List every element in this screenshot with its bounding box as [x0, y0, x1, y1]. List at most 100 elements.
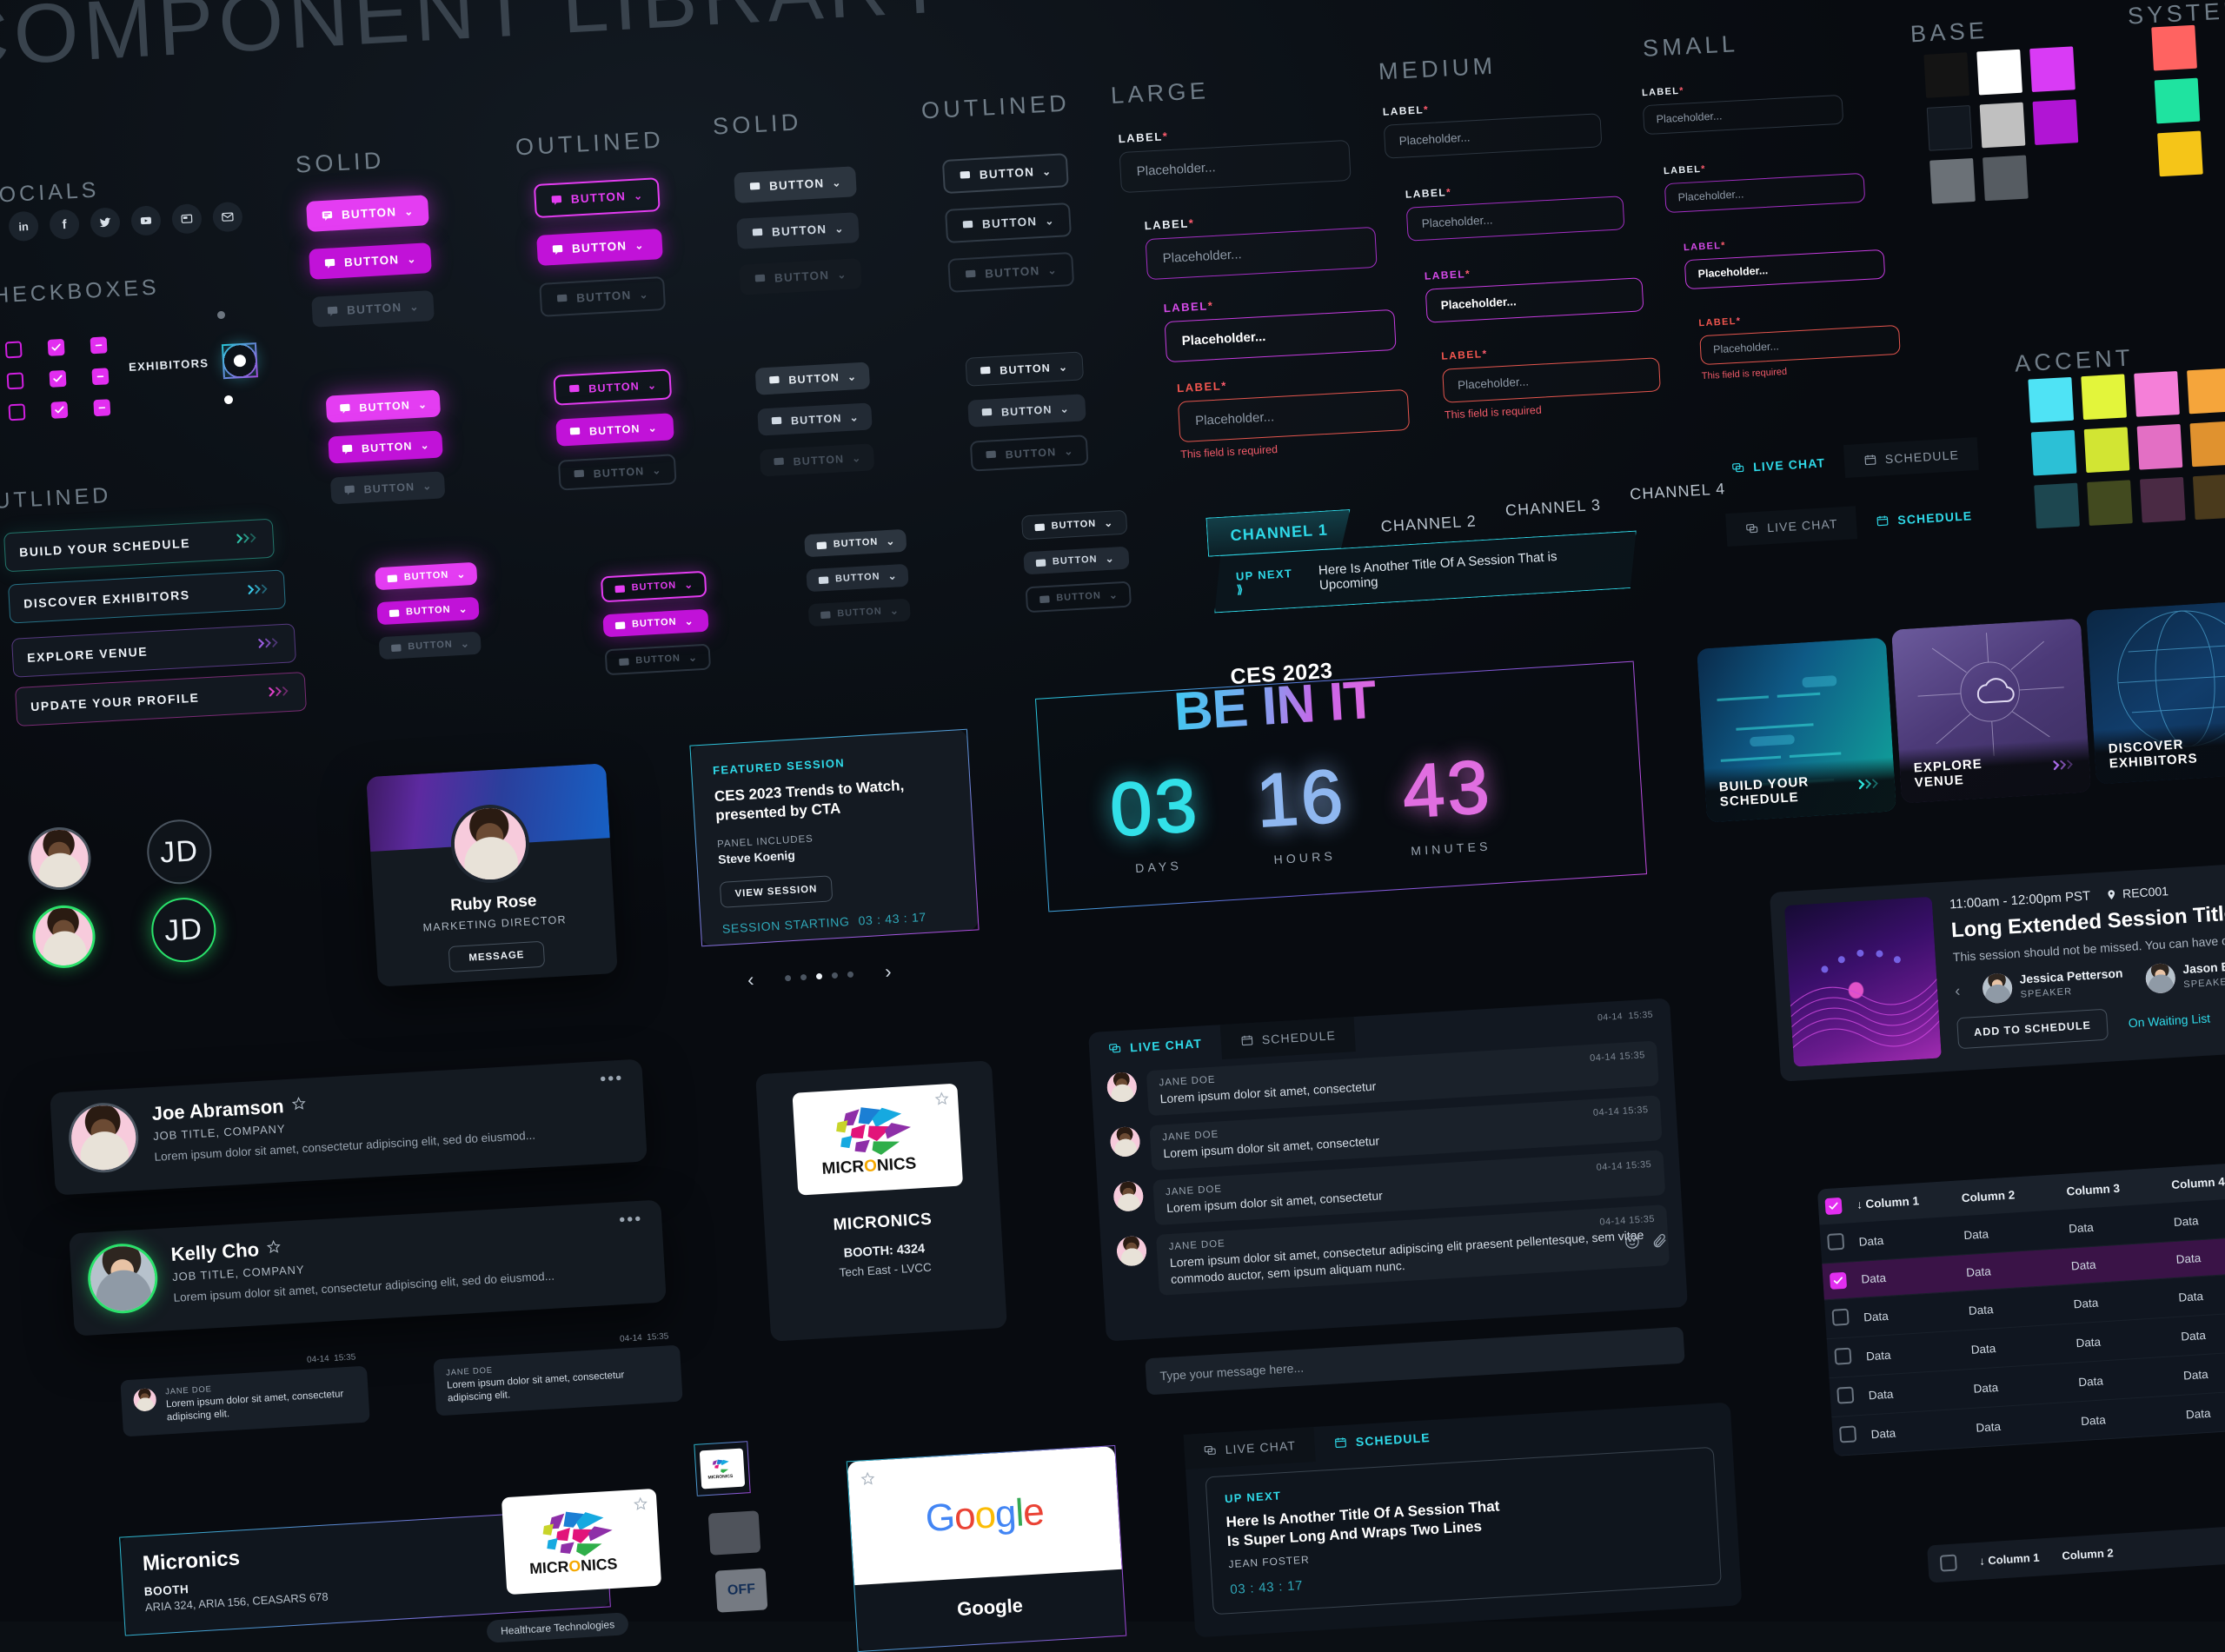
- input-field[interactable]: Placeholder...: [1684, 249, 1886, 290]
- more-options-icon[interactable]: •••: [600, 1069, 624, 1091]
- swatch-base[interactable]: [1983, 155, 2029, 202]
- swatch-base[interactable]: [1923, 52, 1970, 98]
- avatar[interactable]: [29, 828, 90, 889]
- nav-button-build-schedule[interactable]: BUILD YOUR SCHEDULE: [3, 518, 275, 573]
- tab-schedule-active[interactable]: SCHEDULE: [1856, 498, 1992, 539]
- tab-live-chat[interactable]: LIVE CHAT: [1183, 1426, 1317, 1470]
- exhibitor-logo-chip[interactable]: MICRONICS: [694, 1441, 751, 1496]
- input-field[interactable]: Placeholder...: [1664, 172, 1866, 214]
- data-table[interactable]: ↓ Column 1 Column 2 Column 3 Column 4 Data Da…: [1817, 1160, 2225, 1457]
- footer-column-2[interactable]: Column 2: [2062, 1546, 2114, 1562]
- checkbox-indeterminate[interactable]: [90, 336, 108, 355]
- tab-schedule[interactable]: SCHEDULE: [1314, 1419, 1451, 1462]
- input-field[interactable]: Placeholder...: [1425, 277, 1644, 323]
- table-column-header[interactable]: Column 3: [2058, 1170, 2165, 1209]
- button-outlined-hover[interactable]: BUTTON ⌄: [555, 413, 674, 447]
- carousel-prev-button[interactable]: ‹: [747, 969, 754, 992]
- add-to-schedule-button[interactable]: ADD TO SCHEDULE: [1956, 1008, 2109, 1050]
- button-solid-hover[interactable]: BUTTON ⌄: [376, 596, 480, 626]
- footer-column-1[interactable]: ↓ Column 1: [1979, 1551, 2040, 1568]
- checkbox-row-unchecked[interactable]: [1834, 1347, 1852, 1365]
- exhibitor-card-micronics[interactable]: MICRONICS MICRONICS BOOTH: 4324 Tech Eas…: [755, 1060, 1007, 1342]
- carousel-next-button[interactable]: ›: [884, 960, 892, 983]
- input-field[interactable]: Placeholder...: [1405, 196, 1625, 242]
- up-next-session-item[interactable]: UP NEXT Here Is Another Title Of A Sessi…: [1205, 1446, 1722, 1616]
- button-neutral-outlined-hover[interactable]: BUTTON ⌄: [1023, 546, 1130, 575]
- checkbox-row-unchecked[interactable]: [1839, 1425, 1857, 1443]
- swatch-base[interactable]: [2032, 99, 2079, 145]
- avatar-initials-online[interactable]: JD: [149, 896, 218, 965]
- media-card-explore-venue[interactable]: EXPLORE VENUE: [1891, 618, 2091, 804]
- checkbox-indeterminate[interactable]: [93, 399, 111, 417]
- button-solid-default[interactable]: BUTTON ⌄: [375, 561, 478, 591]
- button-solid-default[interactable]: BUTTON ⌄: [325, 389, 441, 423]
- swatch-accent[interactable]: [2187, 368, 2225, 415]
- email-icon[interactable]: [212, 201, 243, 233]
- person-card-kelly[interactable]: Kelly Cho JOB TITLE, COMPANY Lorem ipsum…: [69, 1199, 667, 1337]
- checkbox-unchecked[interactable]: [4, 341, 23, 359]
- more-options-icon[interactable]: •••: [619, 1210, 643, 1231]
- button-solid-hover[interactable]: BUTTON ⌄: [309, 242, 432, 280]
- checkbox-row-unchecked[interactable]: [1836, 1386, 1855, 1404]
- input-field[interactable]: Placeholder...: [1442, 357, 1661, 403]
- checkbox-unchecked[interactable]: [1939, 1554, 1957, 1572]
- swatch-base[interactable]: [1929, 157, 1976, 204]
- linkedin-icon[interactable]: in: [8, 210, 39, 242]
- carousel-dot[interactable]: [785, 974, 792, 981]
- checkbox-indeterminate[interactable]: [91, 368, 110, 386]
- input-field[interactable]: Placeholder...: [1699, 324, 1901, 366]
- chat-input[interactable]: Type your message here...: [1145, 1326, 1685, 1396]
- tab-schedule-inactive[interactable]: SCHEDULE: [1843, 436, 1979, 479]
- checkbox-row-checked[interactable]: [1829, 1271, 1848, 1290]
- swatch-base[interactable]: [2029, 46, 2076, 93]
- carousel-dot[interactable]: [816, 972, 823, 979]
- tab-live-chat-inactive[interactable]: LIVE CHAT: [1725, 506, 1858, 547]
- message-button[interactable]: MESSAGE: [448, 940, 546, 972]
- media-card-discover-exhibitors[interactable]: DISCOVER EXHIBITORS: [2086, 599, 2225, 785]
- table-column-header[interactable]: Column 2: [1954, 1176, 2061, 1215]
- avatar-online[interactable]: [33, 906, 95, 967]
- radio-unselected-small[interactable]: [216, 310, 226, 320]
- star-icon[interactable]: [266, 1239, 282, 1259]
- checkbox-checked[interactable]: [49, 369, 67, 388]
- attachment-icon[interactable]: [1651, 1231, 1669, 1253]
- button-neutral-outlined-hover[interactable]: BUTTON ⌄: [945, 202, 1072, 243]
- checkbox-checked[interactable]: [50, 401, 69, 419]
- tab-live-chat-active[interactable]: LIVE CHAT: [1711, 445, 1845, 486]
- exhibitor-logo-chip[interactable]: OFF: [714, 1568, 768, 1613]
- button-neutral-outlined-default[interactable]: BUTTON ⌄: [1020, 509, 1127, 541]
- checkbox-checked[interactable]: [47, 338, 65, 356]
- news-icon[interactable]: [171, 203, 203, 235]
- nav-button-discover-exhibitors[interactable]: DISCOVER EXHIBITORS: [8, 569, 286, 624]
- swatch-base[interactable]: [1979, 102, 2026, 149]
- button-neutral-default[interactable]: BUTTON ⌄: [734, 166, 857, 203]
- speakers-prev-button[interactable]: ‹: [1955, 981, 1961, 999]
- nav-button-explore-venue[interactable]: EXPLORE VENUE: [11, 623, 296, 678]
- carousel-dot[interactable]: [832, 972, 839, 979]
- swatch-accent[interactable]: [2087, 480, 2133, 526]
- button-outlined-default[interactable]: BUTTON ⌄: [533, 177, 661, 219]
- avatar-initials[interactable]: JD: [145, 818, 214, 886]
- exhibitors-toggle[interactable]: EXHIBITORS: [128, 342, 259, 384]
- button-outlined-hover[interactable]: BUTTON ⌄: [536, 229, 663, 266]
- person-card-joe[interactable]: Joe Abramson JOB TITLE, COMPANY Lorem ip…: [50, 1058, 648, 1196]
- checkbox-unchecked[interactable]: [8, 403, 26, 421]
- checkbox-unchecked[interactable]: [6, 372, 24, 390]
- button-neutral-default[interactable]: BUTTON ⌄: [804, 528, 907, 558]
- checkbox-select-all[interactable]: [1824, 1197, 1843, 1216]
- button-outlined-hover[interactable]: BUTTON ⌄: [602, 608, 709, 638]
- button-outlined-default[interactable]: BUTTON ⌄: [553, 368, 672, 406]
- star-icon[interactable]: [291, 1096, 307, 1116]
- swatch-accent[interactable]: [2081, 374, 2127, 421]
- swatch-accent[interactable]: [2136, 423, 2183, 470]
- input-field[interactable]: Placeholder...: [1119, 139, 1352, 194]
- table-column-header[interactable]: ↓ Column 1: [1849, 1183, 1956, 1222]
- checkbox-row-unchecked[interactable]: [1831, 1308, 1850, 1326]
- carousel-dot[interactable]: [800, 973, 807, 980]
- swatch-accent[interactable]: [2083, 427, 2130, 474]
- table-column-header[interactable]: Column 4: [2163, 1163, 2225, 1202]
- input-field[interactable]: Placeholder...: [1642, 94, 1844, 136]
- swatch-system[interactable]: [2151, 24, 2197, 71]
- twitter-icon[interactable]: [90, 207, 121, 238]
- button-neutral-default[interactable]: BUTTON ⌄: [754, 362, 870, 395]
